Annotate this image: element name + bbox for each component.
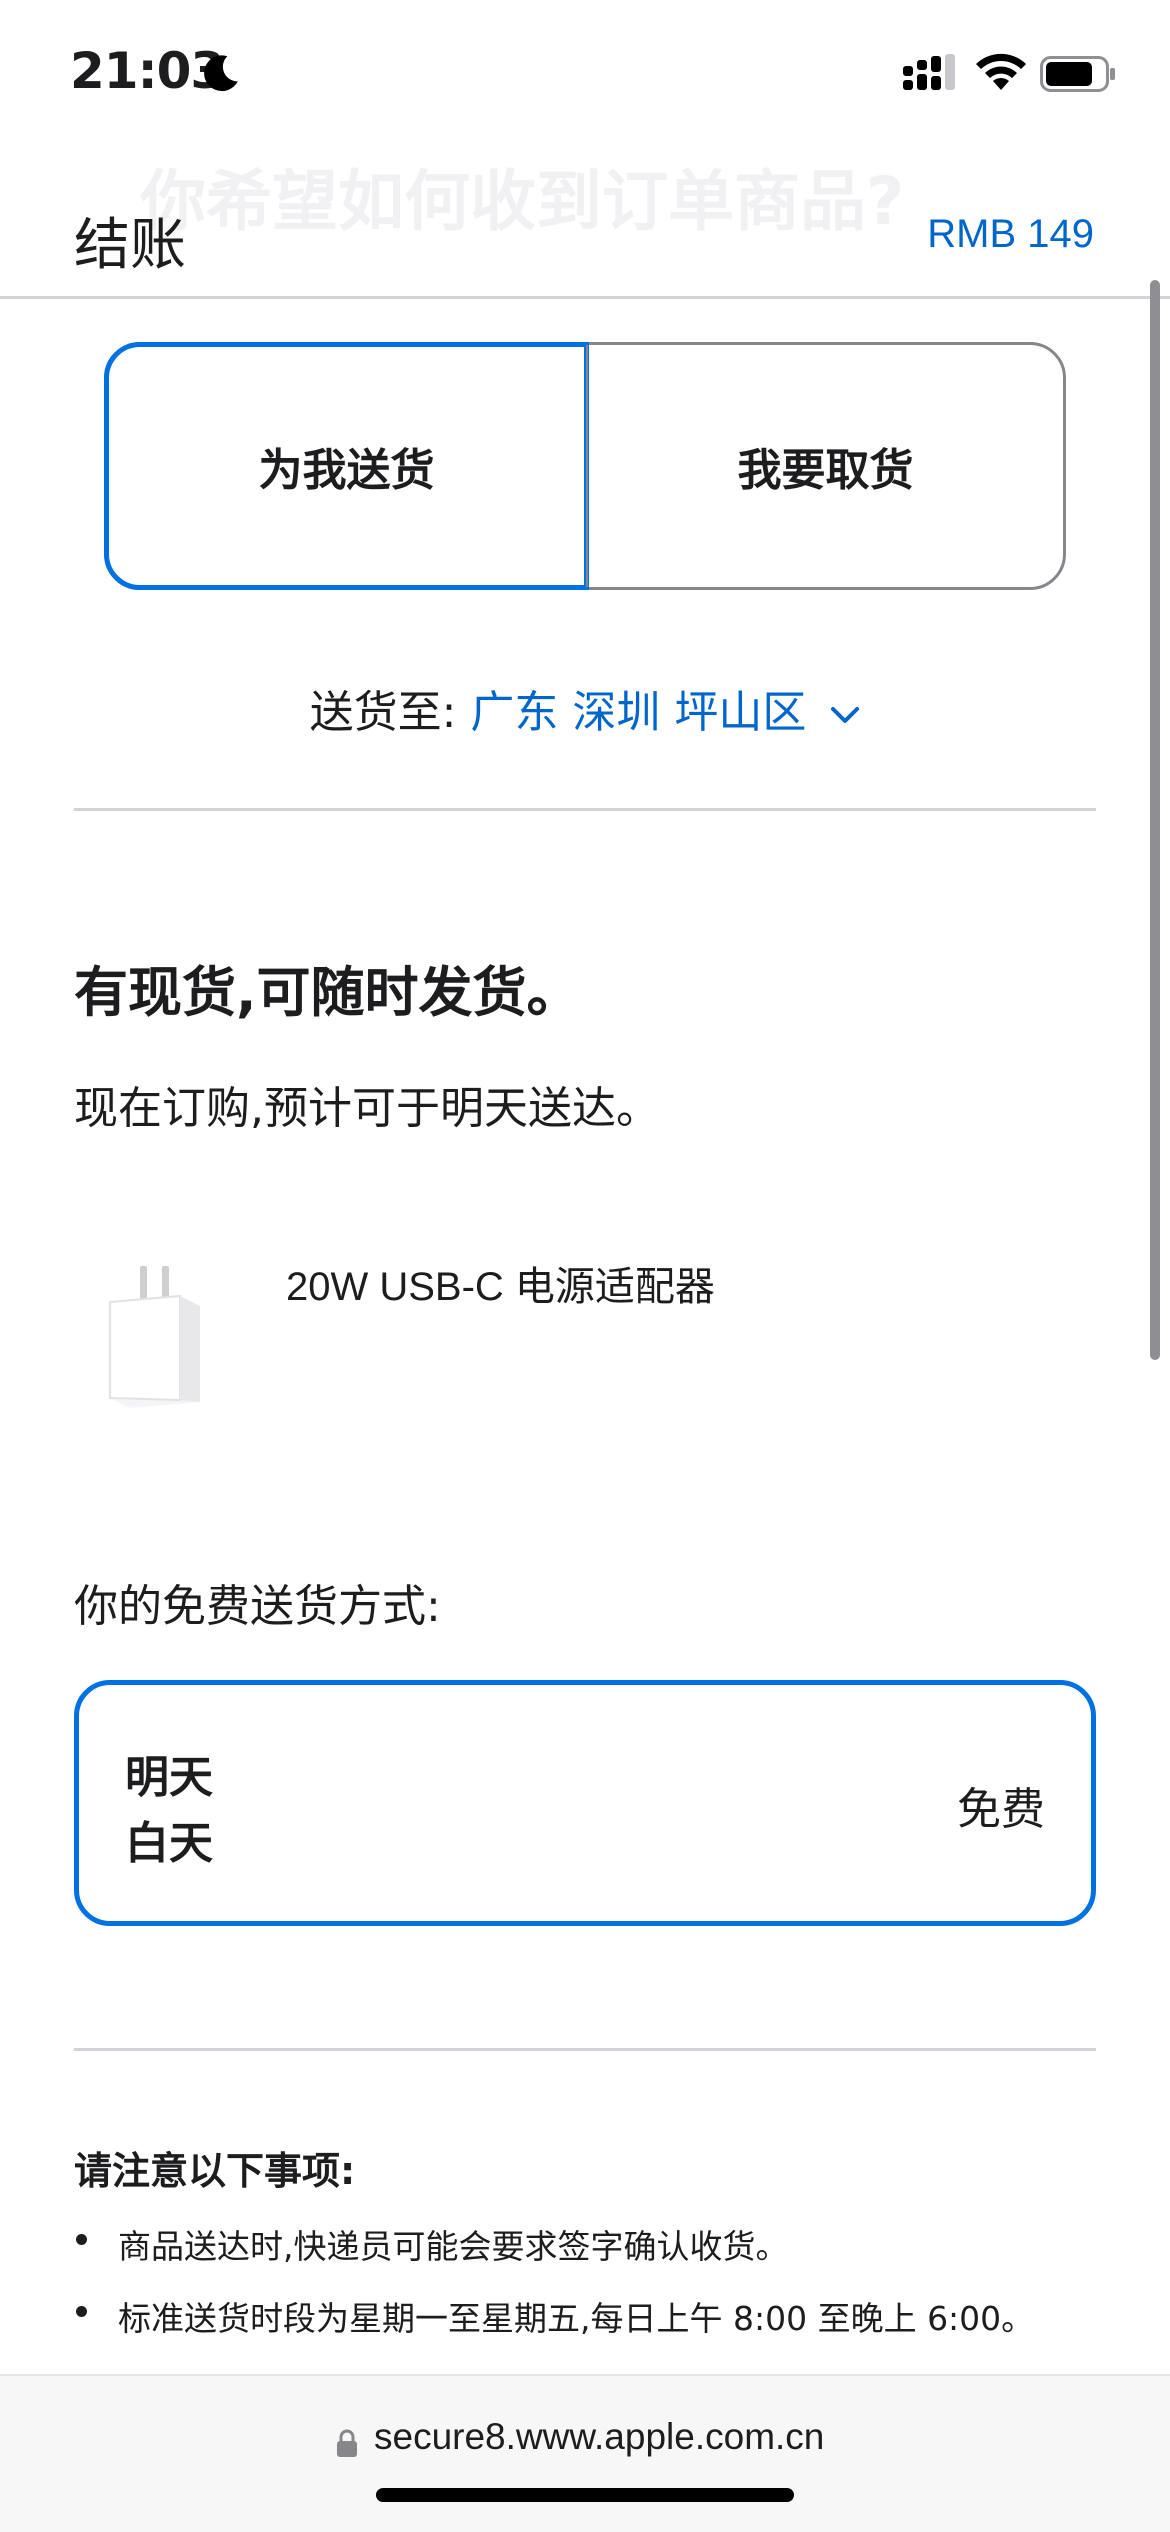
note-item: 商品送达时,快递员可能会要求签字确认收货。 [118, 2227, 789, 2266]
notes-title: 请注意以下事项: [74, 2149, 356, 2193]
bullet-icon [76, 2306, 87, 2317]
wifi-icon [976, 53, 1026, 90]
chevron-down-icon[interactable] [830, 705, 860, 725]
ship-to-label: 送货至: [309, 687, 457, 738]
availability-title: 有现货,可随时发货。 [74, 961, 581, 1024]
order-total-link[interactable]: RMB 149 [927, 212, 1094, 257]
product-name: 20W USB-C 电源适配器 [286, 1265, 715, 1309]
section-divider [74, 808, 1096, 811]
lock-icon [337, 2429, 357, 2457]
delivery-method-toggle: 为我送货 我要取货 [104, 342, 1066, 590]
ghost-section-title: 你希望如何收到订单商品? [140, 163, 905, 240]
browser-address-bar[interactable]: secure8.www.apple.com.cn [0, 2374, 1170, 2532]
scrollbar[interactable] [1150, 280, 1160, 1360]
shipping-method-label: 你的免费送货方式: [74, 1581, 441, 1632]
url-text[interactable]: secure8.www.apple.com.cn [374, 2416, 824, 2458]
battery-icon [1040, 56, 1115, 92]
home-indicator[interactable] [376, 2488, 794, 2502]
bullet-icon [76, 2234, 87, 2245]
pickup-option[interactable]: 我要取货 [586, 345, 1063, 587]
shipping-day: 明天 [125, 1752, 213, 1803]
cellular-signal-icon [903, 54, 955, 90]
shipping-price: 免费 [957, 1784, 1045, 1835]
ship-to-row: 送货至: 广东 深圳 坪山区 [0, 676, 1170, 740]
deliver-to-me-option[interactable]: 为我送货 [104, 342, 589, 590]
power-adapter-image [109, 1266, 200, 1408]
shipping-method-card[interactable]: 明天 白天 免费 [74, 1680, 1096, 1926]
status-bar: 21:03 [0, 0, 1170, 150]
section-divider [74, 2048, 1096, 2051]
availability-subtitle: 现在订购,预计可于明天送达。 [74, 1083, 660, 1134]
page-title: 结账 [74, 213, 186, 278]
ship-to-location-link[interactable]: 广东 深圳 坪山区 [470, 687, 806, 738]
note-item: 标准送货时段为星期一至星期五,每日上午 8:00 至晚上 6:00。 [118, 2299, 1035, 2338]
header-divider [0, 296, 1170, 299]
shipping-time: 白天 [125, 1818, 213, 1869]
moon-icon [204, 55, 238, 92]
